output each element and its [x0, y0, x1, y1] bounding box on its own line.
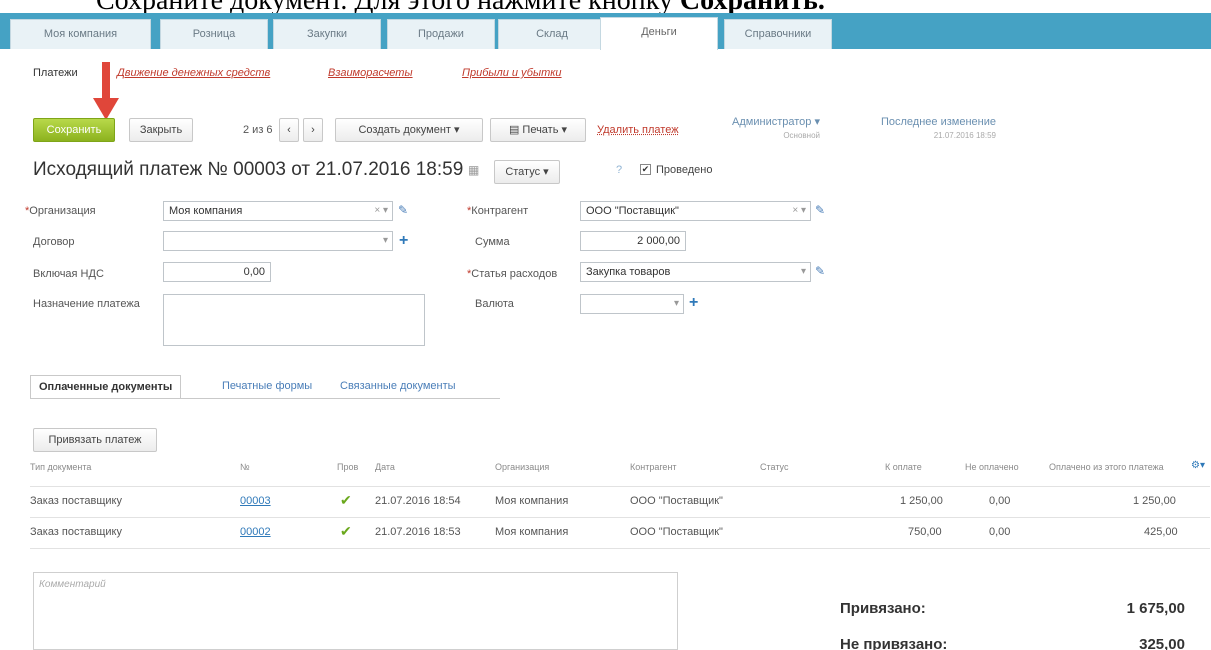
unbound-label: Не привязано:: [840, 636, 948, 650]
org-edit-icon[interactable]: ✎: [398, 203, 408, 217]
expense-label: *Статья расходов: [467, 268, 558, 280]
sub-nav: Платежи Движение денежных средств Взаимо…: [0, 49, 1211, 91]
pager-counter: 2 из 6: [243, 124, 273, 136]
toolbar: Сохранить Закрыть 2 из 6 ‹ › Создать док…: [0, 110, 1211, 150]
admin-label: Администратор ▾: [732, 116, 820, 128]
row-doc-type: Заказ поставщику: [30, 495, 122, 507]
subnav-profit-loss[interactable]: Прибыли и убытки: [462, 67, 562, 79]
save-button[interactable]: Сохранить: [33, 118, 115, 142]
col-unpaid[interactable]: Не оплачено: [965, 462, 1019, 472]
row-posted-check-icon: ✔: [340, 492, 352, 508]
last-change-info: Последнее изменение 21.07.2016 18:59: [856, 116, 996, 142]
purpose-label: Назначение платежа: [33, 298, 140, 310]
row-date: 21.07.2016 18:54: [375, 495, 461, 507]
col-organization[interactable]: Организация: [495, 462, 549, 472]
bound-value: 1 675,00: [1126, 600, 1185, 617]
help-icon[interactable]: ?: [616, 164, 622, 176]
expense-edit-icon[interactable]: ✎: [815, 264, 825, 278]
comment-textarea[interactable]: Комментарий: [33, 572, 678, 650]
vat-field[interactable]: 0,00: [163, 262, 271, 282]
counterparty-edit-icon[interactable]: ✎: [815, 203, 825, 217]
tab-purchases[interactable]: Закупки: [273, 19, 381, 49]
last-change-label: Последнее изменение: [880, 116, 996, 128]
print-button[interactable]: ▤ Печать ▾: [490, 118, 586, 142]
calendar-icon[interactable]: ▦: [468, 163, 479, 177]
col-posted[interactable]: Пров: [337, 462, 358, 472]
document-header: Исходящий платеж № 00003 от 21.07.2016 1…: [0, 155, 1211, 187]
tabs-divider: [30, 398, 500, 399]
column-settings-icon[interactable]: ⚙▾: [1191, 460, 1205, 471]
row-counterparty: ООО "Поставщик": [630, 495, 723, 507]
status-button[interactable]: Статус ▾: [494, 160, 560, 184]
row-to-pay: 750,00: [908, 526, 942, 538]
tab-money[interactable]: Деньги: [600, 17, 718, 50]
currency-label: Валюта: [475, 298, 514, 310]
expense-field[interactable]: Закупка товаров ▾: [580, 262, 811, 282]
row-counterparty: ООО "Поставщик": [630, 526, 723, 538]
unbound-value: 325,00: [1139, 636, 1185, 650]
row-organization: Моя компания: [495, 495, 569, 507]
col-status[interactable]: Статус: [760, 462, 788, 472]
col-counterparty[interactable]: Контрагент: [630, 462, 677, 472]
row-to-pay: 1 250,00: [900, 495, 943, 507]
tab-references[interactable]: Справочники: [724, 19, 832, 49]
add-contract-icon[interactable]: +: [399, 233, 408, 249]
contract-field[interactable]: ▾: [163, 231, 393, 251]
table-row[interactable]: Заказ поставщику 00002 ✔ 21.07.2016 18:5…: [30, 517, 1210, 547]
sum-label: Сумма: [475, 236, 510, 248]
col-doc-type[interactable]: Тип документа: [30, 462, 91, 472]
sum-field[interactable]: 2 000,00: [580, 231, 686, 251]
row-number-link[interactable]: 00003: [240, 495, 271, 507]
posted-checkbox[interactable]: ✔: [640, 164, 651, 175]
col-paid-from-payment[interactable]: Оплачено из этого платежа: [1049, 462, 1164, 472]
top-nav-bar: Моя компания Розница Закупки Продажи Скл…: [0, 13, 1211, 50]
posted-label: Проведено: [656, 164, 713, 176]
col-number[interactable]: №: [240, 462, 250, 472]
org-label: *Организация: [25, 205, 96, 217]
tab-sales[interactable]: Продажи: [387, 19, 495, 49]
prev-button[interactable]: ‹: [279, 118, 299, 142]
close-button[interactable]: Закрыть: [129, 118, 193, 142]
purpose-textarea[interactable]: [163, 294, 425, 346]
row-unpaid: 0,00: [989, 526, 1011, 538]
row-organization: Моя компания: [495, 526, 569, 538]
user-menu[interactable]: Администратор ▾ Основной: [708, 116, 820, 142]
tab-print-forms[interactable]: Печатные формы: [214, 375, 320, 399]
row-date: 21.07.2016 18:53: [375, 526, 461, 538]
counterparty-label: *Контрагент: [467, 205, 529, 217]
tab-retail[interactable]: Розница: [160, 19, 268, 49]
next-button[interactable]: ›: [303, 118, 323, 142]
row-posted-check-icon: ✔: [340, 523, 352, 539]
bind-payment-button[interactable]: Привязать платеж: [33, 428, 157, 452]
tab-my-company[interactable]: Моя компания: [10, 19, 151, 49]
tab-warehouse[interactable]: Склад: [498, 19, 606, 49]
table-bottom-border: [30, 548, 1210, 549]
vat-label: Включая НДС: [33, 268, 104, 280]
currency-field[interactable]: ▾: [580, 294, 684, 314]
delete-payment-link[interactable]: Удалить платеж: [597, 118, 679, 142]
counterparty-field[interactable]: ООО "Поставщик" × ▾: [580, 201, 811, 221]
tab-related-documents[interactable]: Связанные документы: [332, 375, 464, 399]
contract-label: Договор: [33, 236, 75, 248]
table-row[interactable]: Заказ поставщику 00003 ✔ 21.07.2016 18:5…: [30, 486, 1210, 516]
admin-sub: Основной: [783, 131, 820, 140]
row-paid: 425,00: [1144, 526, 1178, 538]
subnav-settlements[interactable]: Взаиморасчеты: [328, 67, 413, 79]
org-field[interactable]: Моя компания × ▾: [163, 201, 393, 221]
row-number-link[interactable]: 00002: [240, 526, 271, 538]
tab-paid-documents[interactable]: Оплаченные документы: [30, 375, 182, 399]
subnav-payments[interactable]: Платежи: [33, 67, 78, 79]
col-date[interactable]: Дата: [375, 462, 395, 472]
row-unpaid: 0,00: [989, 495, 1011, 507]
create-document-button[interactable]: Создать документ ▾: [335, 118, 483, 142]
last-change-date: 21.07.2016 18:59: [933, 131, 996, 140]
col-to-pay[interactable]: К оплате: [885, 462, 922, 472]
document-title: Исходящий платеж № 00003 от 21.07.2016 1…: [33, 159, 464, 180]
bound-label: Привязано:: [840, 600, 926, 617]
subnav-cashflow[interactable]: Движение денежных средств: [117, 67, 270, 79]
row-doc-type: Заказ поставщику: [30, 526, 122, 538]
row-paid: 1 250,00: [1133, 495, 1176, 507]
add-currency-icon[interactable]: +: [689, 295, 698, 311]
